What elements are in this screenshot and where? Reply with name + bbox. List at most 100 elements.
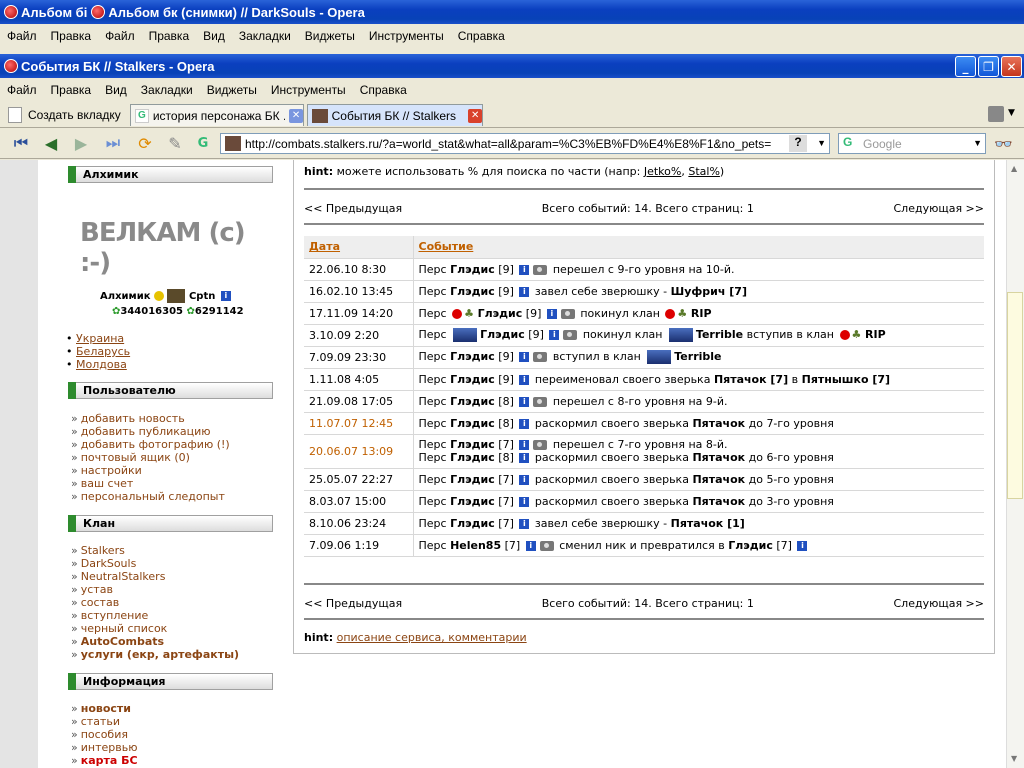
event-date: 17.11.09 14:20 <box>304 302 414 325</box>
reload-icon[interactable]: ⟳ <box>134 133 156 153</box>
rewind-icon[interactable]: ⏮ <box>10 133 32 153</box>
back-menu-item[interactable]: Файл <box>98 29 142 43</box>
prev-link[interactable]: << Предыдущая <box>304 202 402 215</box>
back-menu-item[interactable]: Файл <box>0 29 44 43</box>
info-icon: i <box>519 352 530 362</box>
tree-icon: ♣ <box>677 306 688 320</box>
clan-icon <box>647 350 672 364</box>
menu-widgets[interactable]: Виджеты <box>200 83 264 97</box>
link-darksouls[interactable]: DarkSouls <box>81 557 137 570</box>
back-icon[interactable]: ◀ <box>40 133 62 153</box>
minimize-button[interactable]: _ <box>955 56 976 77</box>
back-menu-item[interactable]: Вид <box>196 29 232 43</box>
chevron-down-icon[interactable]: ▼ <box>1008 108 1015 118</box>
tab-events[interactable]: События БК // Stalkers ✕ <box>307 104 483 126</box>
next-link[interactable]: Следующая >> <box>893 202 984 215</box>
link-services[interactable]: услуги (екр, артефакты) <box>81 648 239 661</box>
event-text: Перс Глэдис [9] i завел себе зверюшку - … <box>413 280 984 303</box>
link-moldova[interactable]: Молдова <box>76 358 127 371</box>
address-field[interactable]: http://combats.stalkers.ru/?a=world_stat… <box>220 133 830 154</box>
scroll-up-icon[interactable]: ▲ <box>1011 164 1017 173</box>
forward-icon[interactable]: ▶ <box>70 133 92 153</box>
link-belarus[interactable]: Беларусь <box>76 345 130 358</box>
tab-close-icon[interactable]: ✕ <box>468 108 482 123</box>
event-text: Перс Глэдис [9] i перешел с 9-го уровня … <box>413 258 984 281</box>
back-menu-item[interactable]: Виджеты <box>298 29 362 43</box>
link-settings[interactable]: настройки <box>81 464 142 477</box>
event-text: Перс Глэдис [9] i вступил в клан Terribl… <box>413 346 984 369</box>
link-news[interactable]: новости <box>81 702 131 715</box>
event-date: 7.09.06 1:19 <box>304 534 414 557</box>
back-menu-item[interactable]: Правка <box>44 29 99 43</box>
edit-icon[interactable]: ✎ <box>164 133 186 153</box>
events-table: Дата Событие 22.06.10 8:30 Перс Глэдис [… <box>304 236 984 557</box>
google-icon: G <box>135 108 149 123</box>
menu-view[interactable]: Вид <box>98 83 134 97</box>
clan-icon <box>839 330 850 340</box>
link-joining[interactable]: вступление <box>81 609 149 622</box>
tab-history[interactable]: G история персонажа БК ... ✕ <box>130 104 304 126</box>
back-window-title-2: Альбом бк (снимки) // DarkSouls - Opera <box>108 4 365 20</box>
link-ukraine[interactable]: Украина <box>76 332 124 345</box>
scroll-down-icon[interactable]: ▼ <box>1011 754 1017 763</box>
link-add-publication[interactable]: добавить публикацию <box>81 425 211 438</box>
event-date: 3.10.09 2:20 <box>304 324 414 347</box>
hint-example-2[interactable]: Stal% <box>688 165 720 178</box>
menu-file[interactable]: Файл <box>0 83 44 97</box>
menu-bookmarks[interactable]: Закладки <box>134 83 200 97</box>
link-members[interactable]: состав <box>81 596 119 609</box>
google-icon: G <box>843 135 853 149</box>
scrollbar-thumb[interactable] <box>1007 292 1023 499</box>
menu-edit[interactable]: Правка <box>44 83 99 97</box>
link-blacklist[interactable]: черный список <box>81 622 168 635</box>
link-charter[interactable]: устав <box>81 583 113 596</box>
glasses-icon[interactable]: 👓 <box>994 135 1013 153</box>
link-tracker[interactable]: персональный следопыт <box>81 490 225 503</box>
icq-icon: ✿ <box>186 306 195 317</box>
section-clan: Клан <box>68 515 273 532</box>
link-stalkers[interactable]: Stalkers <box>81 544 125 557</box>
link-map[interactable]: карта БС <box>81 754 138 767</box>
back-window-title-1: Альбом бі <box>21 4 88 20</box>
event-text: Перс Глэдис [8] i раскормил своего зверь… <box>413 412 984 435</box>
search-input[interactable]: G Google ▼ <box>838 133 986 154</box>
help-icon[interactable]: ? <box>789 135 807 152</box>
maximize-button[interactable]: ❐ <box>978 56 999 77</box>
close-button[interactable]: ✕ <box>1001 56 1022 77</box>
back-menu-item[interactable]: Закладки <box>232 29 298 43</box>
link-autocombats[interactable]: AutoCombats <box>81 635 164 648</box>
menu-tools[interactable]: Инструменты <box>264 83 353 97</box>
link-add-photo[interactable]: добавить фотографию (!) <box>81 438 230 451</box>
google-icon[interactable]: G <box>192 133 214 153</box>
link-guides[interactable]: пособия <box>81 728 128 741</box>
next-link[interactable]: Следующая >> <box>893 597 984 610</box>
link-add-news[interactable]: добавить новость <box>81 412 185 425</box>
tab-close-icon[interactable]: ✕ <box>289 108 303 123</box>
service-description-link[interactable]: описание сервиса, комментарии <box>337 631 527 644</box>
chevron-down-icon[interactable]: ▼ <box>973 138 982 148</box>
chevron-down-icon[interactable]: ▼ <box>817 138 826 148</box>
hint-example-1[interactable]: Jetko% <box>644 165 682 178</box>
info-icon[interactable]: i <box>220 291 231 301</box>
col-date[interactable]: Дата <box>304 236 414 259</box>
prev-link[interactable]: << Предыдущая <box>304 597 402 610</box>
link-mailbox[interactable]: почтовый ящик (0) <box>81 451 190 464</box>
link-interviews[interactable]: интервью <box>81 741 138 754</box>
back-menu-item[interactable]: Инструменты <box>362 29 451 43</box>
link-neutralstalkers[interactable]: NeutralStalkers <box>81 570 166 583</box>
back-menu-item[interactable]: Правка <box>142 29 197 43</box>
link-articles[interactable]: статьи <box>81 715 120 728</box>
page-icon <box>8 107 22 123</box>
fast-forward-icon[interactable]: ⏭ <box>102 133 124 153</box>
trash-icon[interactable] <box>988 106 1004 122</box>
col-event[interactable]: Событие <box>413 236 984 259</box>
info-icon: i <box>519 396 530 407</box>
back-menu-item[interactable]: Справка <box>451 29 512 43</box>
table-row: 1.11.08 4:05 Перс Глэдис [9] i переимено… <box>304 368 984 391</box>
link-account[interactable]: ваш счет <box>81 477 134 490</box>
new-tab-button[interactable]: Создать вкладку <box>8 106 121 124</box>
table-row: 3.10.09 2:20 Перс Глэдис [9] i покинул к… <box>304 324 984 347</box>
menu-help[interactable]: Справка <box>353 83 414 97</box>
clan-icon <box>668 328 693 342</box>
camera-icon <box>533 352 548 362</box>
